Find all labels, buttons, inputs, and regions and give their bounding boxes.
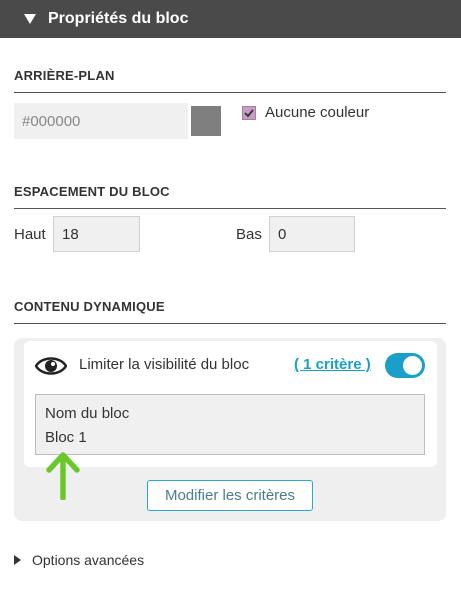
top-spacing-input[interactable] bbox=[53, 216, 140, 252]
spacing-section-title: ESPACEMENT DU BLOC bbox=[14, 184, 170, 199]
spacing-divider bbox=[14, 208, 446, 209]
no-color-label: Aucune couleur bbox=[265, 104, 370, 121]
header-title: Propriétés du bloc bbox=[48, 10, 189, 27]
expand-triangle-icon bbox=[14, 555, 21, 565]
collapse-triangle-icon bbox=[24, 14, 36, 24]
background-divider bbox=[14, 92, 446, 93]
background-color-input[interactable] bbox=[14, 103, 188, 139]
arrow-up-icon bbox=[46, 452, 80, 500]
visibility-toggle[interactable] bbox=[385, 353, 425, 378]
top-spacing-label: Haut bbox=[14, 226, 46, 243]
background-section-title: ARRIÈRE-PLAN bbox=[14, 68, 115, 83]
criteria-summary-box: Nom du bloc Bloc 1 bbox=[35, 394, 425, 455]
advanced-options-toggle[interactable]: Options avancées bbox=[14, 552, 144, 568]
limit-visibility-label: Limiter la visibilité du bloc bbox=[79, 356, 250, 373]
dynamic-section-title: CONTENU DYNAMIQUE bbox=[14, 299, 165, 314]
color-swatch[interactable] bbox=[191, 106, 221, 136]
criteria-line-name: Nom du bloc bbox=[45, 405, 130, 422]
criteria-count-link[interactable]: ( 1 critère ) bbox=[294, 356, 371, 373]
bottom-spacing-label: Bas bbox=[236, 226, 262, 243]
block-properties-header[interactable]: Propriétés du bloc bbox=[0, 0, 461, 38]
eye-icon bbox=[35, 357, 67, 375]
modify-criteria-button[interactable]: Modifier les critères bbox=[147, 480, 313, 511]
toggle-knob bbox=[403, 356, 422, 375]
bottom-spacing-input[interactable] bbox=[269, 216, 355, 252]
advanced-options-label: Options avancées bbox=[32, 552, 145, 568]
dynamic-divider bbox=[14, 323, 446, 324]
checkmark-icon bbox=[244, 109, 254, 118]
no-color-checkbox[interactable] bbox=[242, 106, 256, 120]
criteria-line-value: Bloc 1 bbox=[45, 429, 87, 446]
